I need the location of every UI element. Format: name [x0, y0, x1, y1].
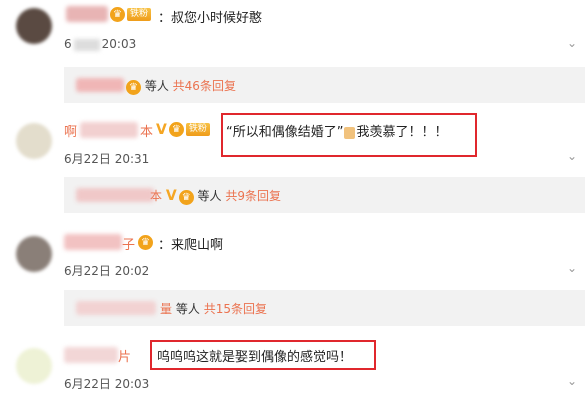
username-blurred[interactable]	[66, 6, 108, 22]
username-suffix[interactable]: 本	[140, 121, 153, 140]
vip-crown-icon: ♛	[126, 80, 141, 95]
user-badges: ♛	[138, 235, 153, 250]
verified-v-icon: V	[156, 121, 167, 138]
reply-summary[interactable]: 量 等人 共15条回复	[64, 290, 585, 326]
reply-username-blurred	[76, 78, 124, 92]
username-prefix[interactable]: 啊	[64, 121, 77, 140]
reply-label: 等人	[197, 189, 222, 203]
vip-crown-icon: ♛	[178, 190, 194, 205]
avatar[interactable]	[16, 8, 52, 44]
username-blurred[interactable]	[64, 347, 118, 363]
username-blurred[interactable]	[64, 234, 122, 250]
reply-count-link[interactable]: 共9条回复	[225, 189, 281, 203]
username-blurred[interactable]	[80, 122, 138, 138]
verified-v-icon: V	[165, 188, 177, 204]
comment-time: 6 20:03	[64, 37, 137, 51]
chevron-down-icon[interactable]: ⌄	[567, 374, 577, 388]
avatar[interactable]	[16, 236, 52, 272]
comment-list: ♛ 铁粉 ：叔您小时候好憨 6 20:03 ⌄ ♛ 等人 共46条回复 啊 本 V…	[0, 0, 585, 402]
comment-time: 6月22日 20:02	[64, 264, 150, 278]
avatar[interactable]	[16, 123, 52, 159]
chevron-down-icon[interactable]: ⌄	[567, 261, 577, 275]
fan-badge: 铁粉	[127, 8, 152, 21]
reply-username-blurred	[76, 188, 154, 202]
comment-text: ：来爬山啊	[158, 238, 224, 253]
user-badges: V ♛ 铁粉	[156, 121, 210, 138]
reply-label: 等人	[175, 302, 200, 316]
vip-crown-icon: ♛	[110, 7, 125, 22]
chevron-down-icon[interactable]: ⌄	[567, 149, 577, 163]
highlight-box	[221, 113, 477, 157]
chevron-down-icon[interactable]: ⌄	[567, 36, 577, 50]
fan-badge: 铁粉	[185, 123, 210, 136]
vip-crown-icon: ♛	[168, 122, 184, 137]
reply-count-link[interactable]: 共15条回复	[204, 302, 267, 316]
username-suffix[interactable]: 片	[118, 346, 131, 365]
reply-count-link[interactable]: 共46条回复	[173, 79, 236, 93]
reply-summary[interactable]: 本 V ♛ 等人 共9条回复	[64, 177, 585, 213]
vip-crown-icon: ♛	[138, 235, 153, 250]
reply-username-blurred	[76, 301, 156, 315]
user-badges: ♛ 铁粉	[110, 7, 152, 22]
avatar[interactable]	[16, 348, 52, 384]
highlight-box	[150, 340, 376, 370]
reply-summary[interactable]: ♛ 等人 共46条回复	[64, 67, 585, 103]
comment-text: ：叔您小时候好憨	[158, 11, 263, 26]
comment-time: 6月22日 20:31	[64, 152, 150, 166]
comment-time: 6月22日 20:03	[64, 377, 150, 391]
username-suffix[interactable]: 子	[122, 234, 135, 253]
reply-label: 等人	[144, 79, 169, 93]
